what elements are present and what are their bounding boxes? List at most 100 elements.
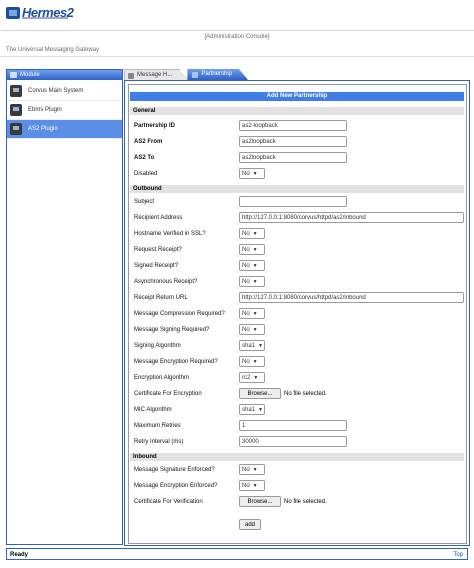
- compression-required-select[interactable]: No ▼: [239, 308, 265, 319]
- chevron-down-icon: ▼: [252, 358, 258, 365]
- select-value: No: [242, 170, 250, 177]
- module-item-corvus-main-system[interactable]: Corvus Main System: [7, 82, 122, 101]
- chevron-down-icon: ▼: [253, 374, 259, 381]
- message-tab-icon: [128, 72, 134, 79]
- recipient-address-label: Recipient Address: [134, 215, 183, 221]
- chevron-down-icon: ▼: [252, 310, 258, 317]
- tagline-divider: [0, 56, 474, 57]
- chevron-down-icon: ▼: [252, 466, 258, 473]
- mic-algorithm-label: MIC Algorithm: [134, 407, 172, 413]
- recipient-address-input[interactable]: http://127.0.0.1:8080/corvus/httpd/as2/i…: [239, 212, 464, 223]
- module-item-label: Corvus Main System: [28, 88, 84, 94]
- partnership-form: Add New Partnership General Partnership …: [128, 84, 467, 544]
- cert-verification-label: Certificate For Verification: [134, 499, 203, 505]
- module-item-as2-plugin[interactable]: AS2 Plugin: [7, 120, 122, 139]
- module-item-label: Ebms Plugin: [28, 107, 62, 113]
- tagline: The Universal Messaging Gateway: [6, 47, 100, 53]
- module-item-ebms-plugin[interactable]: Ebms Plugin: [7, 101, 122, 120]
- partnership-panel: Add New Partnership General Partnership …: [124, 80, 470, 546]
- receipt-return-url-label: Receipt Return URL: [134, 295, 188, 301]
- mic-algorithm-select[interactable]: sha1 ▼: [239, 404, 265, 415]
- chevron-down-icon: ▼: [258, 406, 263, 413]
- cert-encryption-browse-button[interactable]: Browse...: [239, 388, 281, 399]
- module-tab-icon: [10, 72, 17, 78]
- form-title: Add New Partnership: [130, 92, 464, 101]
- disabled-select[interactable]: No ▼: [239, 168, 265, 179]
- select-value: No: [242, 230, 250, 237]
- module-tab[interactable]: Module: [7, 70, 122, 80]
- retry-interval-input[interactable]: 30000: [239, 436, 347, 447]
- computer-icon: [10, 123, 22, 135]
- status-text: Ready: [10, 552, 29, 558]
- section-outbound: Outbound: [130, 185, 464, 193]
- signature-enforced-label: Message Signature Enforced?: [134, 467, 215, 473]
- request-receipt-select[interactable]: No ▼: [239, 244, 265, 255]
- request-receipt-label: Request Receipt?: [134, 247, 182, 253]
- chevron-down-icon: ▼: [252, 170, 258, 177]
- encryption-enforced-label: Message Encryption Enforced?: [134, 483, 218, 489]
- signing-required-select[interactable]: No ▼: [239, 324, 265, 335]
- partnership-tab-icon: [192, 71, 199, 78]
- computer-icon: [10, 104, 22, 116]
- select-value: No: [242, 310, 250, 317]
- maximum-retries-label: Maximum Retries: [134, 423, 181, 429]
- as2-from-input[interactable]: as2loopback: [239, 136, 347, 147]
- select-value: No: [242, 482, 250, 489]
- select-value: No: [242, 326, 250, 333]
- as2-to-label: AS2 To: [134, 155, 155, 161]
- hermes-logo-icon: [6, 7, 20, 19]
- hostname-verified-label: Hostname Verified in SSL?: [134, 231, 206, 237]
- cert-encryption-label: Certificate For Encryption: [134, 391, 202, 397]
- select-value: sha1: [242, 406, 256, 413]
- encryption-required-label: Message Encryption Required?: [134, 359, 218, 365]
- signing-algorithm-select[interactable]: sha1 ▼: [239, 340, 265, 351]
- as2-to-input[interactable]: as2loopback: [239, 152, 347, 163]
- as2-from-label: AS2 From: [134, 139, 163, 145]
- signed-receipt-select[interactable]: No ▼: [239, 260, 265, 271]
- chevron-down-icon: ▼: [252, 326, 258, 333]
- retry-interval-label: Retry Interval (ms): [134, 439, 184, 445]
- select-value: No: [242, 466, 250, 473]
- signature-enforced-select[interactable]: No ▼: [239, 464, 265, 475]
- partnership-id-input[interactable]: as2-loopback: [239, 120, 347, 131]
- encryption-enforced-select[interactable]: No ▼: [239, 480, 265, 491]
- encryption-algorithm-select[interactable]: rc2 ▼: [239, 372, 265, 383]
- encryption-algorithm-label: Encryption Algorithm: [134, 375, 190, 381]
- chevron-down-icon: ▼: [252, 262, 258, 269]
- select-value: sha1: [242, 342, 256, 349]
- module-tab-label: Module: [20, 72, 40, 78]
- module-panel: Module Corvus Main System Ebms Plugin AS…: [6, 69, 123, 545]
- add-button[interactable]: add: [239, 519, 261, 530]
- header-divider: [0, 30, 474, 31]
- cert-verification-file-text: No file selected.: [284, 499, 327, 505]
- status-bar: Ready Top: [6, 548, 468, 560]
- cert-verification-browse-button[interactable]: Browse...: [239, 496, 281, 507]
- hostname-verified-select[interactable]: No ▼: [239, 228, 265, 239]
- async-receipt-select[interactable]: No ▼: [239, 276, 265, 287]
- chevron-down-icon: ▼: [252, 482, 258, 489]
- encryption-required-select[interactable]: No ▼: [239, 356, 265, 367]
- subject-label: Subject: [134, 199, 155, 205]
- partnership-id-label: Partnership ID: [134, 123, 176, 129]
- select-value: rc2: [242, 374, 251, 381]
- hermes2-logo: Hermes2: [6, 6, 74, 24]
- section-inbound: Inbound: [130, 453, 464, 461]
- signed-receipt-label: Signed Receipt?: [134, 263, 179, 269]
- content-tabs: Message H... Partnership: [124, 69, 249, 81]
- chevron-down-icon: ▼: [258, 342, 263, 349]
- receipt-return-url-input[interactable]: http://127.0.0.1:8080/corvus/httpd/as2/i…: [239, 292, 464, 303]
- disabled-label: Disabled: [134, 171, 158, 177]
- top-link[interactable]: Top: [453, 549, 463, 561]
- subject-input[interactable]: [239, 196, 347, 207]
- section-general: General: [130, 107, 464, 115]
- async-receipt-label: Asynchronous Receipt?: [134, 279, 198, 285]
- administration-console-link[interactable]: [Administration Console]: [0, 34, 474, 40]
- tab-partnership[interactable]: Partnership: [187, 69, 249, 80]
- cert-encryption-file-text: No file selected.: [284, 391, 327, 397]
- compression-required-label: Message Compression Required?: [134, 311, 225, 317]
- chevron-down-icon: ▼: [252, 230, 258, 237]
- chevron-down-icon: ▼: [252, 278, 258, 285]
- select-value: No: [242, 358, 250, 365]
- signing-algorithm-label: Signing Algorithm: [134, 343, 181, 349]
- maximum-retries-input[interactable]: 1: [239, 420, 347, 431]
